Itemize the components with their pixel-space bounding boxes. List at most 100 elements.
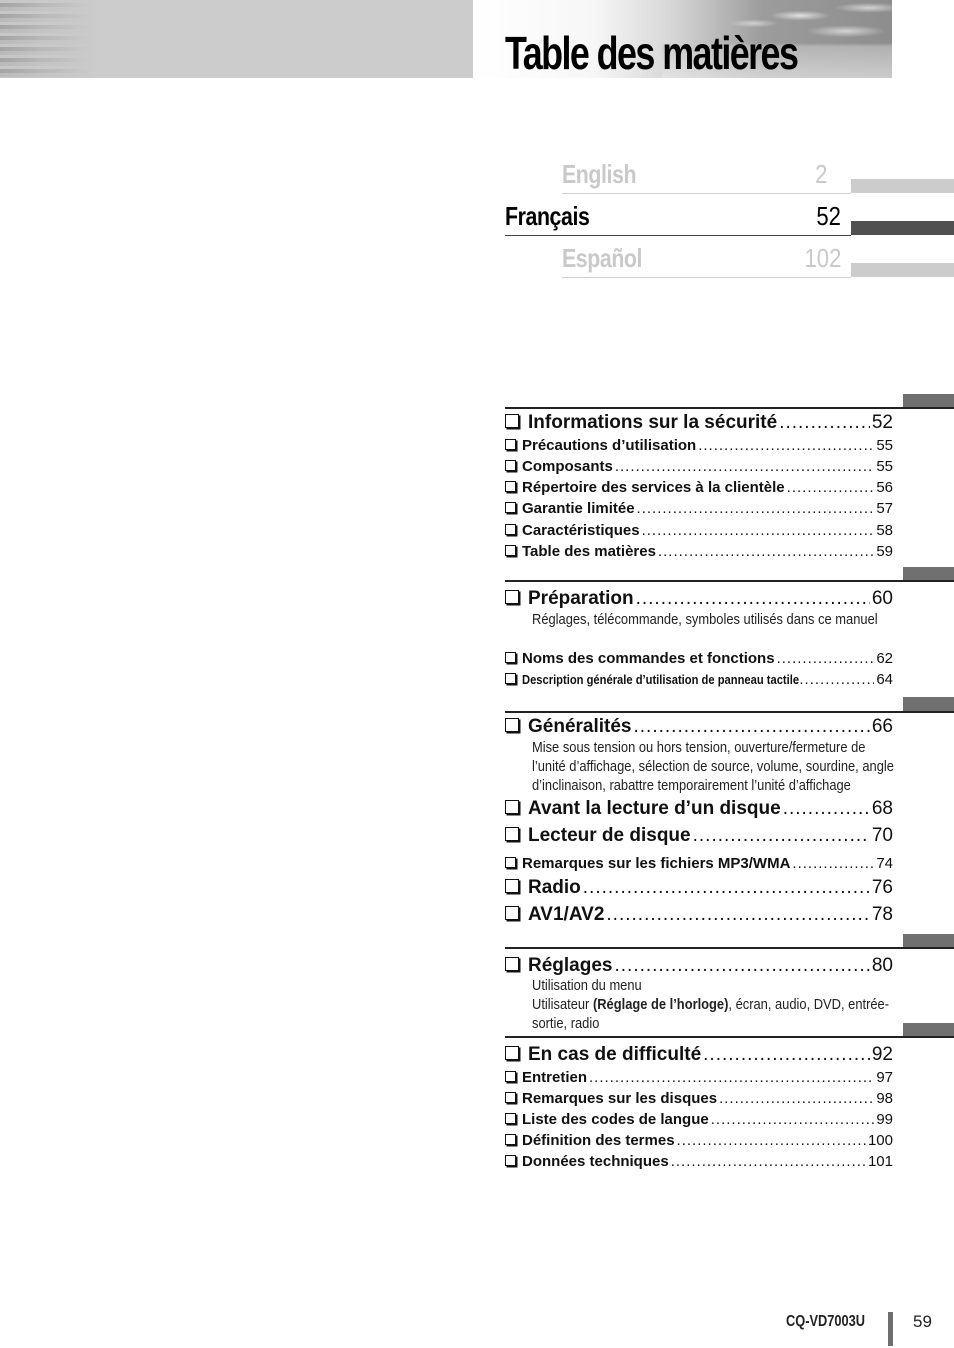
toc-entry-main[interactable]: Avant la lecture d’un disque 68 [505, 798, 893, 822]
leader-dots [703, 1044, 870, 1066]
entry-label: Précautions d’utilisation [522, 437, 697, 454]
entry-label: Informations sur la sécurité [528, 412, 778, 433]
leader-dots [642, 522, 875, 539]
toc-entry-main[interactable]: Informations sur la sécurité 52 [505, 412, 893, 436]
checkbox-icon [505, 857, 516, 868]
leader-dots [787, 479, 875, 496]
section-divider [505, 580, 954, 582]
toc-entry[interactable]: Noms des commandes et fonctions 62 [505, 650, 893, 670]
toc-entry[interactable]: Composants 55 [505, 458, 893, 478]
toc-entry-main[interactable]: AV1/AV2 78 [505, 904, 893, 928]
language-underline [562, 277, 851, 278]
language-page: 52 [816, 201, 841, 231]
toc-entry[interactable]: Garantie limitée 57 [505, 500, 893, 520]
entry-label: Remarques sur les fichiers MP3/WMA [522, 855, 791, 872]
entry-label: Entretien [522, 1069, 588, 1086]
entry-page: 57 [876, 500, 893, 517]
checkbox-icon [505, 879, 519, 893]
checkbox-icon [505, 906, 519, 920]
leader-dots [779, 412, 870, 434]
entry-label: Noms des commandes et fonctions [522, 650, 775, 667]
language-name: Español [562, 243, 643, 273]
toc-entry[interactable]: Données techniques 101 [505, 1153, 893, 1173]
language-underline [505, 234, 851, 236]
leader-dots [693, 825, 870, 847]
leader-dots [711, 1111, 875, 1128]
toc-entry[interactable]: Liste des codes de langue 99 [505, 1111, 893, 1131]
leader-dots [615, 458, 874, 475]
entry-label: Définition des termes [522, 1132, 675, 1149]
leader-dots [671, 1153, 866, 1170]
leader-dots [783, 798, 870, 820]
header-banner-left-image [0, 0, 473, 78]
leader-dots [583, 877, 870, 899]
checkbox-icon [505, 827, 519, 841]
entry-label: AV1/AV2 [528, 904, 605, 925]
toc-entry[interactable]: Entretien 97 [505, 1069, 893, 1089]
entry-page: 68 [871, 798, 893, 819]
description-text: Utilisateur [532, 996, 593, 1013]
language-underline [562, 193, 851, 194]
leader-dots [606, 904, 869, 926]
language-tab-english [851, 179, 954, 193]
entry-label: Description générale d’utilisation de pa… [522, 672, 800, 687]
checkbox-icon [505, 1155, 516, 1166]
language-tab-francais [851, 221, 954, 235]
entry-page: 62 [876, 650, 893, 667]
checkbox-icon [505, 414, 519, 428]
language-page: 2 [814, 159, 827, 189]
entry-description: Mise sous tension ou hors tension, ouver… [532, 739, 894, 794]
language-link-francais[interactable]: Français 52 [505, 200, 851, 236]
checkbox-icon [505, 590, 519, 604]
description-line: Utilisateur (Réglage de l’horloge), écra… [532, 995, 902, 1033]
entry-page: 97 [876, 1069, 893, 1086]
entry-page: 52 [871, 412, 893, 433]
section-divider [505, 947, 954, 949]
toc-entry[interactable]: Répertoire des services à la clientèle 5… [505, 479, 893, 499]
toc-entry[interactable]: Remarques sur les disques 98 [505, 1090, 893, 1110]
leader-dots [719, 1090, 874, 1107]
leader-dots [614, 955, 869, 977]
checkbox-icon [505, 1071, 516, 1082]
section-divider [505, 407, 954, 409]
entry-label: Radio [528, 877, 581, 898]
language-name: Français [505, 201, 590, 231]
toc-entry[interactable]: Description générale d’utilisation de pa… [505, 671, 893, 691]
toc-entry-main[interactable]: Lecteur de disque 70 [505, 825, 893, 849]
entry-page: 76 [871, 877, 893, 898]
entry-page: 55 [876, 437, 893, 454]
entry-label: En cas de difficulté [528, 1044, 702, 1065]
entry-description: Réglages, télécommande, symboles utilisé… [532, 611, 878, 628]
toc-entry[interactable]: Définition des termes 100 [505, 1132, 893, 1152]
entry-page: 64 [876, 671, 893, 688]
language-page: 102 [804, 243, 841, 273]
checkbox-icon [505, 1046, 519, 1060]
checkbox-icon [505, 524, 516, 535]
toc-entry[interactable]: Table des matières 59 [505, 543, 893, 563]
entry-page: 59 [876, 543, 893, 560]
entry-label: Préparation [528, 588, 634, 609]
checkbox-icon [505, 545, 516, 556]
language-link-english[interactable]: English 2 [562, 158, 851, 194]
entry-page: 78 [871, 904, 893, 925]
toc-entry[interactable]: Caractéristiques 58 [505, 522, 893, 542]
language-link-espanol[interactable]: Español 102 [562, 242, 851, 278]
toc-entry-main[interactable]: Généralités 66 [505, 716, 893, 740]
entry-page: 101 [867, 1153, 893, 1170]
leader-dots [792, 855, 874, 872]
toc-entry[interactable]: Précautions d’utilisation 55 [505, 437, 893, 457]
entry-page: 98 [876, 1090, 893, 1107]
leader-dots [636, 588, 870, 610]
toc-entry[interactable]: Remarques sur les fichiers MP3/WMA 74 [505, 855, 893, 875]
toc-entry-main[interactable]: Radio 76 [505, 877, 893, 901]
page-number: 59 [913, 1312, 932, 1331]
toc-entry-main[interactable]: En cas de difficulté 92 [505, 1044, 893, 1068]
checkbox-icon [505, 800, 519, 814]
toc-entry-main[interactable]: Préparation 60 [505, 588, 893, 612]
entry-page: 100 [867, 1132, 893, 1149]
checkbox-icon [505, 1134, 516, 1145]
entry-label: Avant la lecture d’un disque [528, 798, 781, 819]
leader-dots [589, 1069, 874, 1086]
entry-label: Caractéristiques [522, 522, 640, 539]
entry-label: Réglages [528, 955, 613, 976]
